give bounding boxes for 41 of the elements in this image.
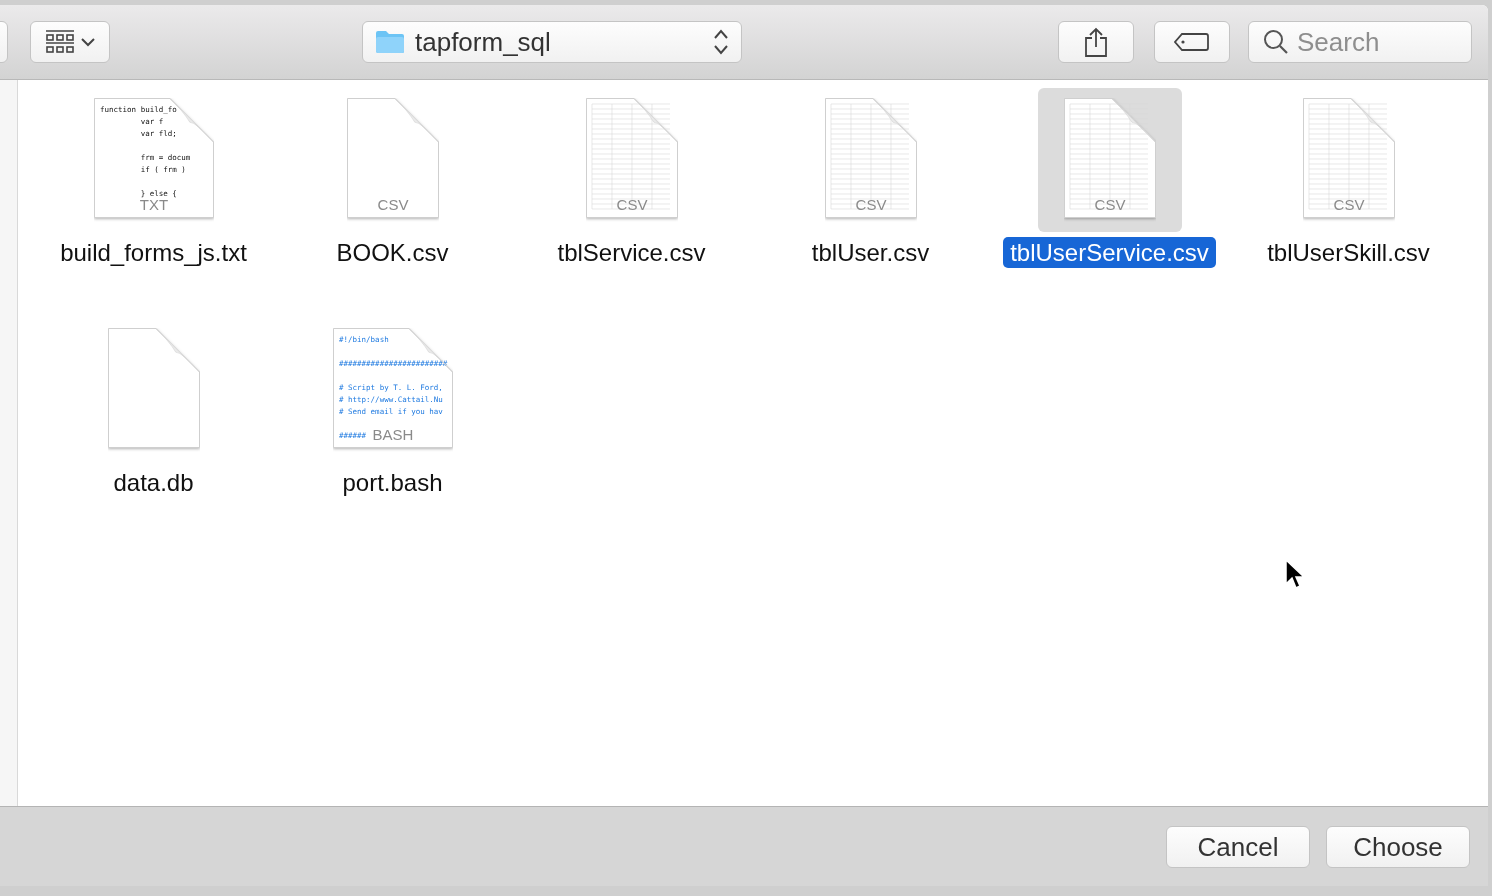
- up-down-chevron-icon: [713, 29, 729, 55]
- tag-button[interactable]: [1154, 21, 1230, 63]
- document-icon: [107, 328, 200, 448]
- file-name[interactable]: data.db: [106, 467, 201, 498]
- file-item[interactable]: CSV: [320, 88, 465, 232]
- view-mode-button[interactable]: [30, 21, 110, 63]
- share-button[interactable]: [1058, 21, 1134, 63]
- document-icon: [93, 98, 214, 218]
- file-name[interactable]: tblUserService.csv: [1003, 237, 1216, 268]
- file-type-label: CSV: [616, 196, 647, 213]
- document-icon: [332, 328, 453, 448]
- file-type-label: CSV: [855, 196, 886, 213]
- page-curl: [1111, 98, 1156, 143]
- search-icon: [1263, 29, 1289, 55]
- file-name[interactable]: tblUserSkill.csv: [1260, 237, 1437, 268]
- file-type-label: CSV: [377, 196, 408, 213]
- share-icon: [1084, 27, 1108, 57]
- document-icon: [346, 98, 439, 218]
- file-name[interactable]: tblService.csv: [550, 237, 713, 268]
- file-name[interactable]: tblUser.csv: [804, 237, 937, 268]
- file-type-label: TXT: [139, 196, 168, 213]
- tag-icon: [1174, 32, 1210, 52]
- file-type-label: CSV: [1333, 196, 1364, 213]
- dialog-button[interactable]: Choose: [1326, 826, 1470, 868]
- file-name[interactable]: build_forms_js.txt: [53, 237, 254, 268]
- file-type-label: CSV: [1094, 196, 1125, 213]
- page-curl: [1350, 98, 1395, 143]
- search-field[interactable]: Search: [1248, 21, 1472, 63]
- icon-grid-icon: [45, 30, 75, 54]
- file-type-label: BASH: [372, 426, 413, 443]
- folder-path-popup[interactable]: tapform_sql: [362, 21, 742, 63]
- page-curl: [155, 328, 200, 373]
- page-curl: [872, 98, 917, 143]
- search-input[interactable]: Search: [1297, 26, 1457, 58]
- file-name[interactable]: BOOK.csv: [329, 237, 456, 268]
- dialog-button[interactable]: Cancel: [1166, 826, 1310, 868]
- page-curl: [633, 98, 678, 143]
- chevron-down-icon: [81, 37, 95, 47]
- page-curl: [394, 98, 439, 143]
- folder-icon: [375, 30, 405, 54]
- file-name[interactable]: port.bash: [335, 467, 450, 498]
